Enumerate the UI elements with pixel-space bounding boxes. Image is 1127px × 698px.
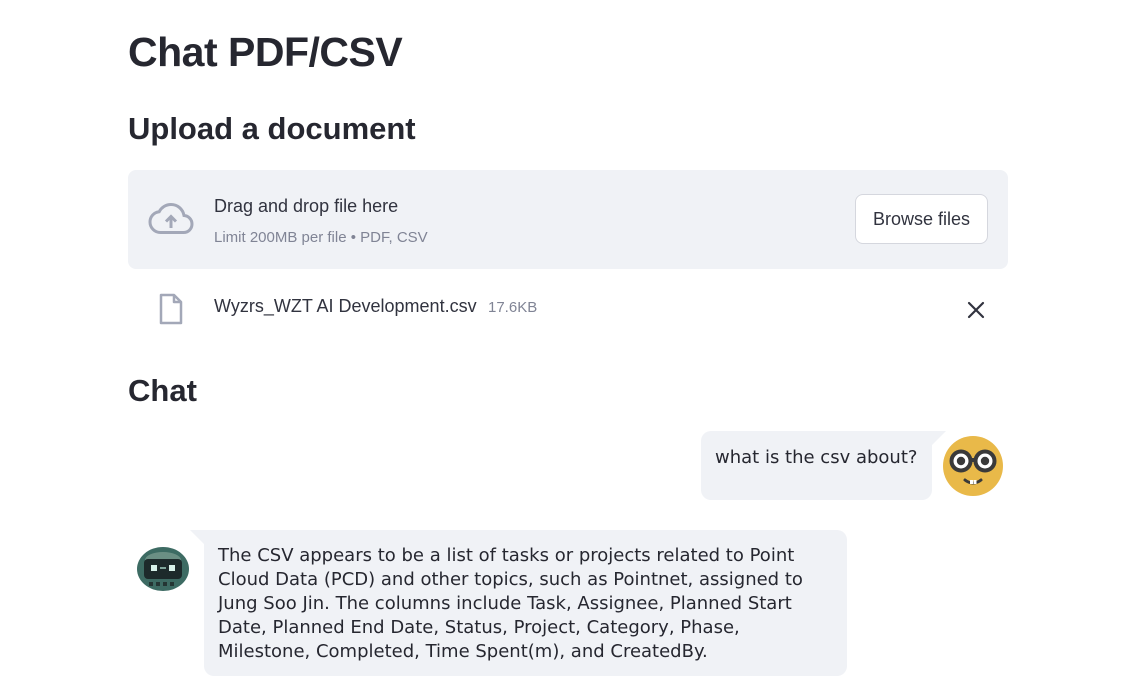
user-message: what is the csv about? xyxy=(701,431,946,500)
uploaded-file-row: Wyzrs_WZT AI Development.csv 17.6KB xyxy=(128,288,1008,330)
assistant-message: The CSV appears to be a list of tasks or… xyxy=(190,530,847,676)
browse-files-button[interactable]: Browse files xyxy=(855,194,988,244)
upload-heading: Upload a document xyxy=(128,111,416,146)
uploaded-file-name: Wyzrs_WZT AI Development.csv xyxy=(214,296,477,316)
robot-avatar xyxy=(137,547,189,591)
page-title: Chat PDF/CSV xyxy=(128,29,403,75)
dropzone-limit-text: Limit 200MB per file • PDF, CSV xyxy=(214,229,428,246)
nerd-face-avatar xyxy=(943,436,1003,496)
dropzone-instructions: Drag and drop file here xyxy=(214,196,399,216)
file-icon xyxy=(159,293,183,325)
cloud-upload-icon xyxy=(148,202,194,234)
uploaded-file-size: 17.6KB xyxy=(488,299,538,316)
close-icon[interactable] xyxy=(964,298,988,322)
file-dropzone[interactable]: Drag and drop file here Limit 200MB per … xyxy=(128,170,1008,269)
chat-heading: Chat xyxy=(128,373,197,408)
